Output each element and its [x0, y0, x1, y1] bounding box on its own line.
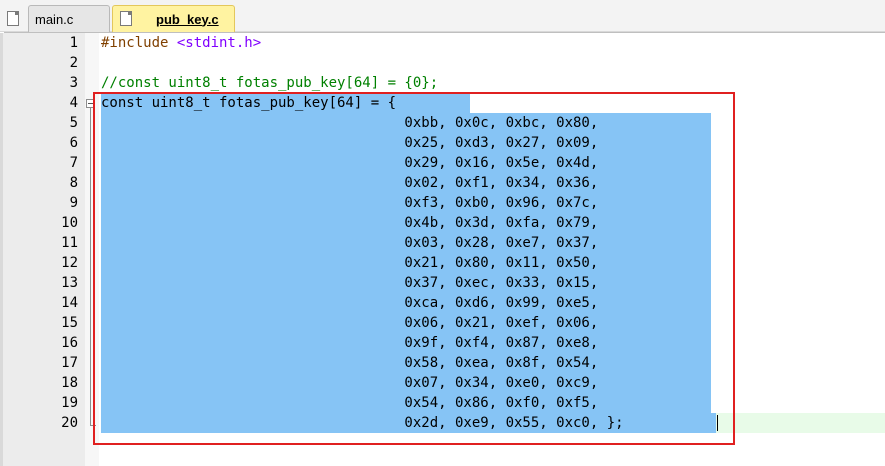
line-number: 11 [61, 235, 78, 251]
line-number: 4 [69, 95, 78, 111]
line-number: 17 [61, 355, 78, 371]
line-number: 19 [61, 395, 78, 411]
tab-bar: main.c pub_key.c [0, 0, 885, 32]
line-number: 16 [61, 335, 78, 351]
tab-label: main.c [35, 11, 74, 27]
code-text: #include <stdint.h> [101, 33, 261, 53]
tab-main-c[interactable]: main.c [7, 5, 110, 32]
line-number: 12 [61, 255, 78, 271]
code-text: //const uint8_t fotas_pub_key[64] = {0}; [101, 75, 439, 91]
code-line[interactable]: 1 #include <stdint.h> [0, 33, 885, 53]
file-icon [7, 11, 19, 26]
line-number: 7 [69, 155, 78, 171]
line-number: 6 [69, 135, 78, 151]
line-number: 18 [61, 375, 78, 391]
code-line[interactable]: 3 //const uint8_t fotas_pub_key[64] = {0}… [0, 73, 885, 93]
line-number: 3 [69, 75, 78, 91]
line-number: 13 [61, 275, 78, 291]
line-number: 20 [61, 415, 78, 431]
line-number: 8 [69, 175, 78, 191]
annotation-highlight-box [93, 92, 735, 445]
file-icon [120, 11, 132, 26]
tab-pub-key-c[interactable]: pub_key.c [112, 5, 235, 32]
line-number: 14 [61, 295, 78, 311]
line-number: 10 [61, 215, 78, 231]
line-number: 2 [69, 55, 78, 71]
line-number: 5 [69, 115, 78, 131]
preprocessor-keyword: #include [101, 35, 177, 51]
include-path: <stdint.h> [176, 35, 262, 51]
line-number: 1 [69, 35, 78, 51]
fold-guide-line [90, 108, 91, 426]
line-number: 9 [69, 195, 78, 211]
line-number: 15 [61, 315, 78, 331]
code-line[interactable]: 2 [0, 53, 885, 73]
tab-label: pub_key.c [156, 11, 219, 27]
